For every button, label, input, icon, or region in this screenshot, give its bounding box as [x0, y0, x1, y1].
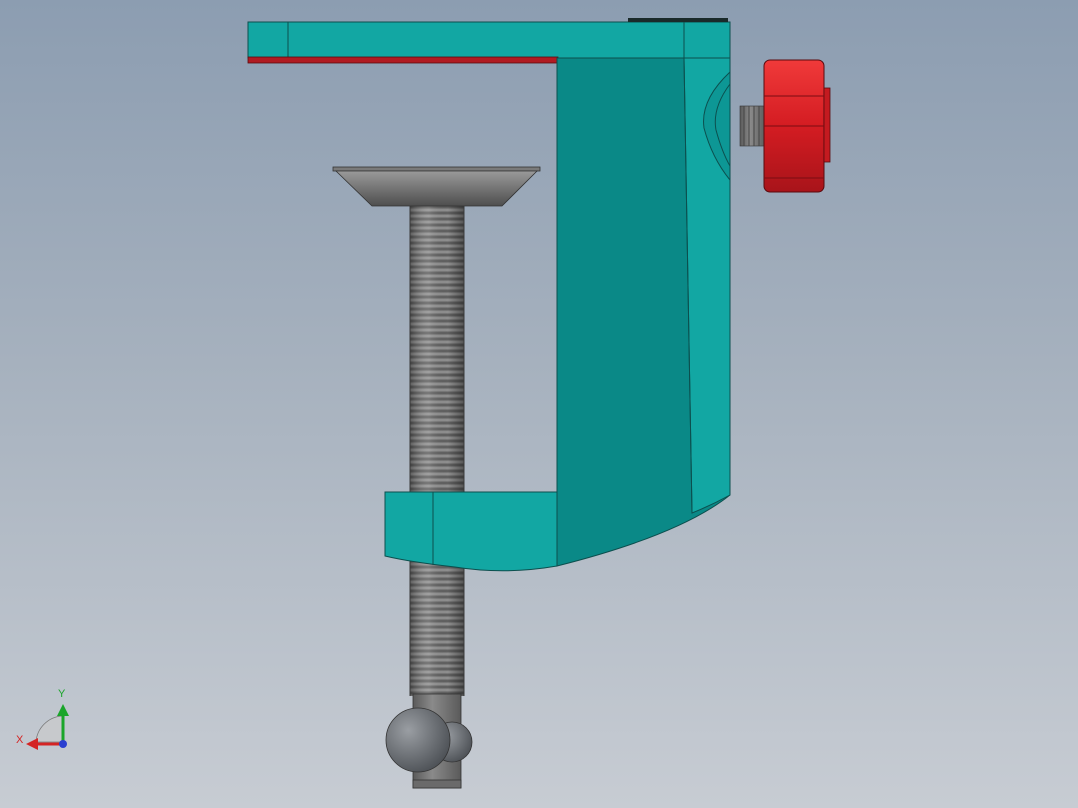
clamp-top-arm[interactable] [247, 18, 731, 59]
clamp-lower-jaw[interactable] [384, 491, 558, 572]
handle-balls[interactable] [385, 694, 473, 788]
knob-stem [739, 105, 767, 147]
red-knob[interactable] [763, 59, 831, 193]
pressure-pad[interactable] [332, 166, 541, 207]
cad-viewport[interactable]: X Y [0, 0, 1078, 808]
coordinate-triad [26, 704, 69, 750]
threaded-screw[interactable] [409, 206, 465, 696]
clamp-spine[interactable] [556, 57, 731, 567]
clamp-model[interactable] [0, 0, 1078, 808]
x-axis-label: X [16, 734, 24, 746]
z-axis-dot [59, 740, 67, 748]
top-pad-strip [247, 56, 559, 64]
y-axis-label: Y [58, 688, 66, 700]
